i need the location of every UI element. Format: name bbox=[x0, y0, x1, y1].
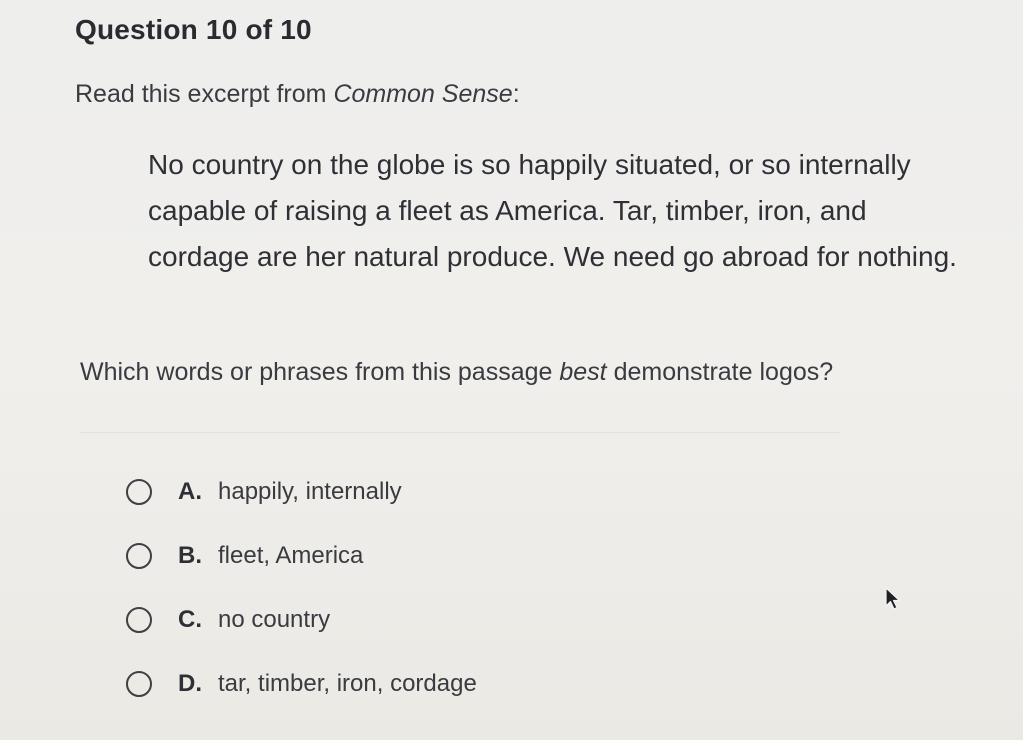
choice-letter: D. bbox=[178, 670, 202, 697]
radio-button[interactable] bbox=[126, 607, 152, 633]
choice-text: no country bbox=[218, 606, 331, 633]
question-pre: Which words or phrases from this passage bbox=[80, 358, 560, 386]
choice-letter: C. bbox=[178, 606, 202, 633]
divider bbox=[80, 432, 840, 433]
choice-text: fleet, America bbox=[218, 542, 364, 569]
mouse-pointer-icon bbox=[884, 586, 902, 617]
choice-text: tar, timber, iron, cordage bbox=[218, 670, 477, 697]
radio-button[interactable] bbox=[126, 671, 152, 697]
prompt-lead: Read this excerpt from bbox=[75, 80, 334, 108]
choice-b[interactable]: B. fleet, America bbox=[122, 536, 477, 576]
radio-button[interactable] bbox=[126, 479, 152, 505]
question-counter: Question 10 of 10 bbox=[75, 14, 312, 45]
radio-button[interactable] bbox=[126, 543, 152, 569]
question-text: Which words or phrases from this passage… bbox=[80, 358, 833, 387]
choice-letter: A. bbox=[178, 478, 202, 505]
choice-c[interactable]: C. no country bbox=[122, 600, 477, 640]
choice-letter: B. bbox=[178, 542, 202, 569]
answer-choices: A. happily, internally B. fleet, America… bbox=[122, 472, 477, 728]
passage-excerpt: No country on the globe is so happily si… bbox=[148, 149, 957, 272]
work-title: Common Sense bbox=[333, 80, 513, 108]
question-post: demonstrate logos? bbox=[606, 358, 834, 386]
quiz-page: Question 10 of 10 Read this excerpt from… bbox=[0, 0, 1023, 740]
choice-text: happily, internally bbox=[218, 478, 402, 505]
question-emphasis: best bbox=[559, 358, 607, 386]
excerpt-prompt: Read this excerpt from Common Sense: bbox=[75, 80, 520, 109]
choice-a[interactable]: A. happily, internally bbox=[122, 472, 477, 512]
prompt-trail: : bbox=[512, 80, 520, 108]
choice-d[interactable]: D. tar, timber, iron, cordage bbox=[122, 664, 477, 704]
